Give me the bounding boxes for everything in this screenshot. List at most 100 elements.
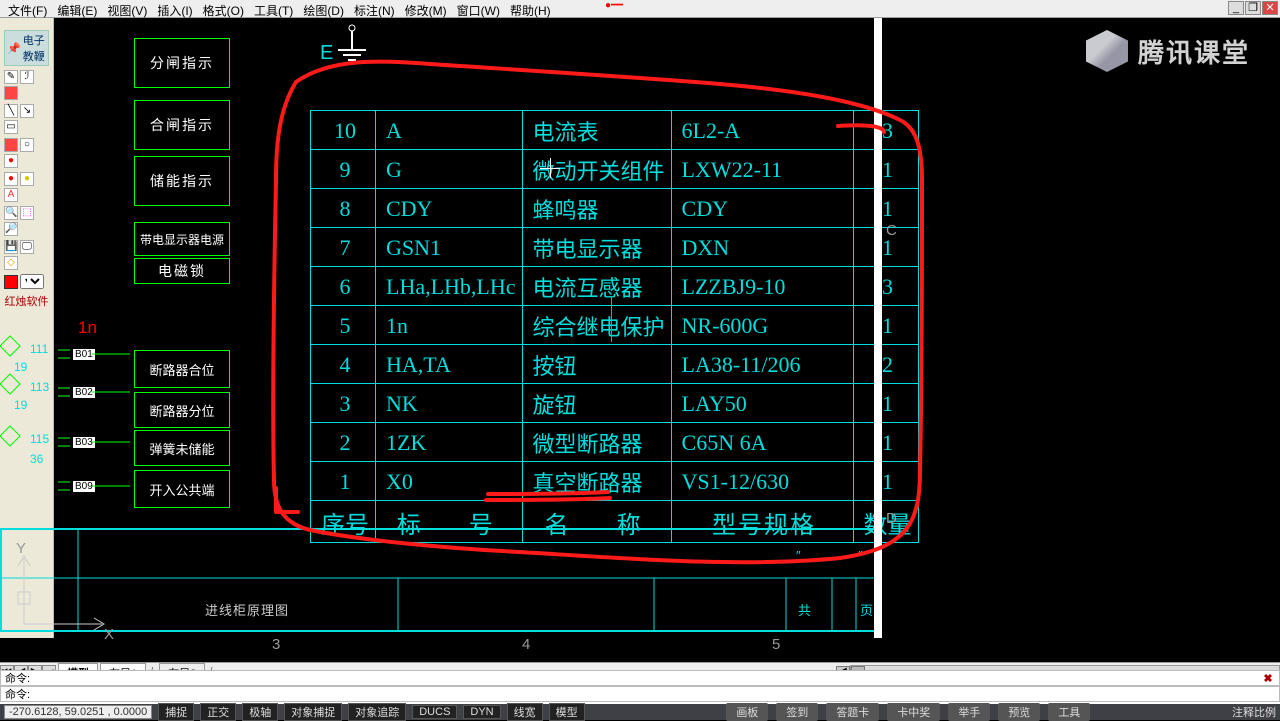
cell-num: 10 (311, 111, 376, 150)
cmd-close-1-icon[interactable]: ✖ (1261, 672, 1275, 685)
cell-qty: 2 (853, 345, 918, 384)
recording-indicator: ●━━ (605, 0, 623, 11)
label-box-power: 带电显示器电源 (134, 222, 230, 256)
circle-icon[interactable]: ○ (20, 138, 34, 152)
menu-edit[interactable]: 编辑(E) (53, 1, 101, 16)
axis-letter-c: C (886, 222, 897, 239)
pencil-icon[interactable]: ✎ (4, 70, 18, 84)
cell-qty: 3 (853, 267, 918, 306)
fill-circle-red-icon[interactable]: ● (4, 154, 18, 168)
cell-symbol: 1n (376, 306, 523, 345)
toggle-model[interactable]: 模型 (549, 703, 585, 721)
eraser-icon[interactable] (4, 86, 18, 100)
menu-draw[interactable]: 绘图(D) (299, 1, 348, 16)
label-box-brkon: 断路器合位 (134, 350, 230, 388)
dot-red-icon[interactable]: ● (4, 172, 18, 186)
mid-signin[interactable]: 签到 (776, 703, 818, 721)
toggle-snap[interactable]: 捕捉 (158, 703, 194, 721)
menu-window[interactable]: 窗口(W) (453, 1, 504, 16)
cell-name: 旋钮 (522, 384, 671, 423)
table-row: 1X0真空断路器VS1-12/6301 (311, 462, 919, 501)
cell-symbol: HA,TA (376, 345, 523, 384)
cell-name: 综合继电保护 (522, 306, 671, 345)
cell-num: 4 (311, 345, 376, 384)
restore-button[interactable]: ❐ (1245, 1, 1261, 15)
close-button[interactable]: ✕ (1262, 1, 1278, 15)
status-annoscale[interactable]: 注释比例 (1232, 704, 1276, 720)
titleblock-caption: 进线柜原理图 (205, 600, 289, 619)
command-line-2[interactable]: 命令: (0, 686, 1280, 702)
label-box-common: 开入公共端 (134, 470, 230, 508)
cell-num: 9 (311, 150, 376, 189)
diamond-icon[interactable]: ◇ (4, 256, 18, 270)
cell-name: 按钮 (522, 345, 671, 384)
menu-modify[interactable]: 修改(M) (401, 1, 451, 16)
save-icon[interactable]: 💾 (4, 240, 18, 254)
command-line-1[interactable]: 命令: ✖ (0, 670, 1280, 686)
line-icon[interactable]: ╲ (4, 104, 18, 118)
mid-preview[interactable]: 预览 (998, 703, 1040, 721)
text-icon[interactable]: A (4, 188, 18, 202)
color-swatch[interactable] (4, 275, 18, 289)
mid-answer[interactable]: 答题卡 (826, 703, 879, 721)
cell-symbol: G (376, 150, 523, 189)
axis-x-label: X (104, 626, 114, 643)
status-mid-buttons: 画板 签到 答题卡 卡中奖 举手 预览 工具 (591, 703, 1226, 721)
tick-2: ″ (858, 548, 863, 563)
cell-name: 电流互感器 (522, 267, 671, 306)
cell-model: LAY50 (671, 384, 853, 423)
titleblock-gong: 共 (798, 600, 811, 619)
dot-yellow-icon[interactable]: ● (20, 172, 34, 186)
cell-symbol: CDY (376, 189, 523, 228)
menu-help[interactable]: 帮助(H) (506, 1, 555, 16)
zoom-rect-icon[interactable]: ⬚ (20, 206, 34, 220)
screen-icon[interactable]: 🖵 (20, 240, 34, 254)
toolbox-footer: 红烛软件 (0, 291, 53, 311)
cell-model: DXN (671, 228, 853, 267)
cell-name: 微型断路器 (522, 423, 671, 462)
menu-view[interactable]: 视图(V) (103, 1, 151, 16)
fill-rect-icon[interactable] (4, 138, 18, 152)
schematic-e-label: E (320, 42, 333, 65)
mid-tools[interactable]: 工具 (1048, 703, 1090, 721)
toolbox-title[interactable]: 📌 电子教鞭 (4, 30, 49, 66)
magnify-icon[interactable]: 🔎 (4, 222, 18, 236)
toggle-lw[interactable]: 线宽 (507, 703, 543, 721)
menu-insert[interactable]: 插入(I) (153, 1, 196, 16)
toggle-otrack[interactable]: 对象追踪 (348, 703, 406, 721)
axis-letter-d: D (886, 510, 897, 527)
toggle-dyn[interactable]: DYN (463, 705, 500, 719)
toggle-ducs[interactable]: DUCS (412, 705, 457, 719)
menu-file[interactable]: 文件(F) (4, 1, 51, 16)
label-box-lock: 电磁锁 (134, 258, 230, 284)
toggle-ortho[interactable]: 正交 (200, 703, 236, 721)
mid-prize[interactable]: 卡中奖 (887, 703, 940, 721)
menu-format[interactable]: 格式(O) (199, 1, 248, 16)
brush-icon[interactable]: ℐ (20, 70, 34, 84)
menu-tools[interactable]: 工具(T) (250, 1, 297, 16)
tick-1: ″ (796, 548, 801, 563)
cell-num: 2 (311, 423, 376, 462)
cell-symbol: NK (376, 384, 523, 423)
cell-model: NR-600G (671, 306, 853, 345)
toggle-polar[interactable]: 极轴 (242, 703, 278, 721)
pin-icon: 📌 (7, 42, 21, 55)
rect-icon[interactable]: ▭ (4, 120, 18, 134)
min-button[interactable]: _ (1228, 1, 1244, 15)
tool-row-5: 🔍 ⬚ 🔎 (0, 204, 53, 238)
color-dropdown[interactable]: ▾ (20, 274, 44, 289)
menu-bar: 文件(F) 编辑(E) 视图(V) 插入(I) 格式(O) 工具(T) 绘图(D… (0, 0, 1280, 18)
axis-y-label: Y (16, 540, 26, 557)
mid-raise[interactable]: 举手 (948, 703, 990, 721)
cell-num: 6 (311, 267, 376, 306)
mid-board[interactable]: 画板 (726, 703, 768, 721)
cell-symbol: 1ZK (376, 423, 523, 462)
schematic-wires (0, 330, 140, 510)
search-icon[interactable]: 🔍 (4, 206, 18, 220)
toggle-osnap[interactable]: 对象捕捉 (284, 703, 342, 721)
arrow-icon[interactable]: ↘ (20, 104, 34, 118)
label-box-open: 分闸指示 (134, 38, 230, 88)
color-swatch-row: ▾ (0, 272, 53, 291)
menu-dim[interactable]: 标注(N) (350, 1, 399, 16)
titleblock-grid (0, 528, 878, 634)
